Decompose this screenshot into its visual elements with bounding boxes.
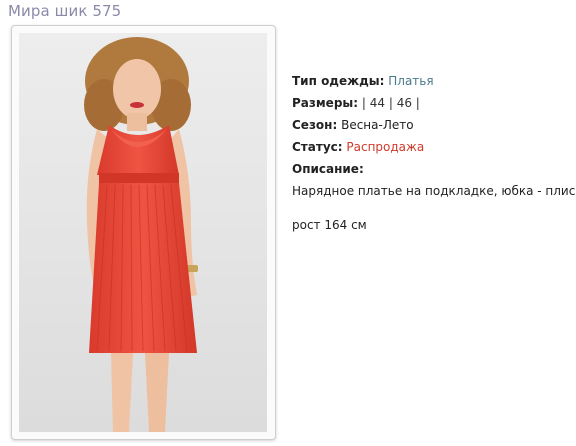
product-description-label: Описание: — [292, 162, 364, 176]
product-sizes-label: Размеры: — [292, 96, 359, 110]
product-photo-frame[interactable] — [11, 25, 276, 440]
product-status-value: Распродажа — [346, 140, 425, 154]
product-season-label: Сезон: — [292, 118, 338, 132]
product-description-text: Нарядное платье на подкладке, юбка - пли… — [292, 184, 576, 198]
product-season-value: Весна-Лето — [341, 118, 414, 132]
product-sizes-value: | 44 | 46 | — [361, 96, 420, 110]
product-type-label: Тип одежды: — [292, 74, 385, 88]
product-height-text: рост 164 см — [292, 218, 367, 232]
product-season-row: Сезон: Весна-Лето — [292, 114, 576, 136]
product-description-row: Описание: — [292, 158, 576, 180]
product-status-label: Статус: — [292, 140, 343, 154]
product-status-row: Статус: Распродажа — [292, 136, 576, 158]
page-title: Мира шик 575 — [8, 2, 122, 20]
product-type-row: Тип одежды: Платья — [292, 70, 576, 92]
product-photo[interactable] — [19, 33, 267, 432]
product-type-link[interactable]: Платья — [388, 74, 433, 88]
product-info: Тип одежды: Платья Размеры: | 44 | 46 | … — [292, 70, 576, 236]
product-sizes-row: Размеры: | 44 | 46 | — [292, 92, 576, 114]
